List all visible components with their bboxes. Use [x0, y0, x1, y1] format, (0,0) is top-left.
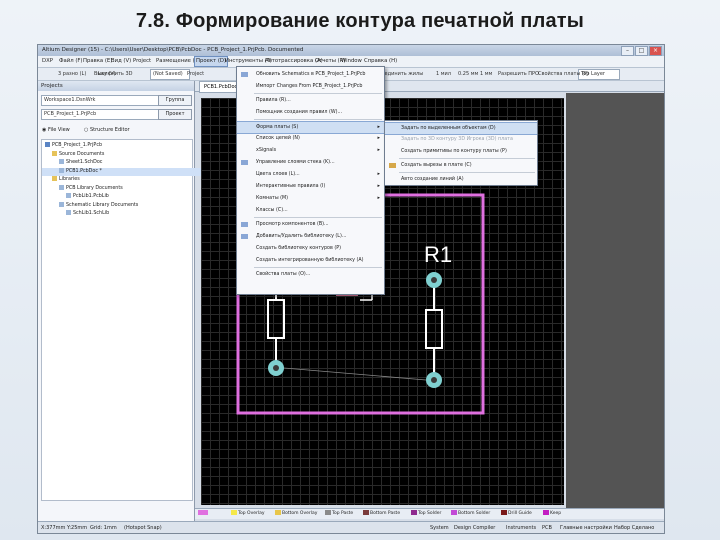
menu-item[interactable]: Интерактивные правила (I) ▸	[237, 181, 384, 192]
submenu-arrow-icon: ▸	[377, 183, 380, 189]
submenu-arrow-icon: ▸	[377, 135, 380, 141]
menu-item[interactable]: Цвета слоев (L)... ▸	[237, 169, 384, 180]
menu-item-icon	[241, 72, 248, 77]
menu-item-label: xSignals	[256, 148, 277, 153]
submenu-item-label: Авто создание линий (A)	[401, 177, 464, 182]
menu-item-label: Помощник создания правил (W)...	[256, 110, 343, 115]
left-body	[267, 299, 285, 339]
menu-item[interactable]: Просмотр компонентов (B)...	[237, 219, 384, 230]
resistor-left-footprint	[267, 290, 285, 376]
r1-pad-1-hole	[431, 277, 437, 283]
submenu-arrow-icon: ▸	[377, 195, 380, 201]
menu-separator	[254, 267, 382, 268]
menu-item-label: Импорт Changes From PCB_Project_1.PrjPcb	[256, 84, 363, 89]
resistor-r1-footprint: R1	[424, 242, 452, 388]
menu-item[interactable]: Добавить/Удалить библиотеку (L)...	[237, 231, 384, 242]
submenu-item-label: Создать вырезы в плате (C)	[401, 163, 472, 168]
menu-item-label: Цвета слоев (L)...	[256, 172, 300, 177]
submenu-arrow-icon: ▸	[377, 147, 380, 153]
board-shape-submenu: Задать по выделенным объектам (D) Задать …	[384, 120, 538, 186]
menu-item-label: Управление слоями стека (K)...	[256, 160, 335, 165]
submenu-item[interactable]: Создать примитивы по контуру платы (P)	[385, 146, 537, 157]
menu-item[interactable]: Импорт Changes From PCB_Project_1.PrjPcb	[237, 81, 384, 92]
submenu-arrow-icon: ▸	[377, 171, 380, 177]
menu-item-label: Добавить/Удалить библиотеку (L)...	[256, 234, 347, 239]
submenu-arrow-icon: ▸	[377, 124, 380, 130]
menu-separator	[254, 217, 382, 218]
submenu-separator	[399, 172, 535, 173]
menu-item-label: Классы (C)...	[256, 208, 288, 213]
submenu-item-label: Задать по 3D контуру 3D Игрока (3D) плат…	[401, 137, 513, 142]
menu-item[interactable]: Список цепей (N) ▸	[237, 133, 384, 144]
menu-item[interactable]: Создать библиотеку контуров (P)	[237, 243, 384, 254]
design-menu-dropdown: Обновить Schematics в PCB_Project_1.PrjP…	[236, 66, 385, 295]
menu-separator	[254, 93, 382, 94]
menu-item-label: Свойства платы (O)...	[256, 272, 311, 277]
menu-item[interactable]: Свойства платы (O)...	[237, 269, 384, 280]
submenu-item[interactable]: Создать вырезы в плате (C)	[385, 160, 537, 171]
menu-item[interactable]: xSignals ▸	[237, 145, 384, 156]
menu-item-label: Правила (R)...	[256, 98, 291, 103]
menu-item-icon	[241, 160, 248, 165]
menu-item[interactable]: Классы (C)...	[237, 205, 384, 216]
menu-item[interactable]: Управление слоями стека (K)...	[237, 157, 384, 168]
submenu-item[interactable]: Авто создание линий (A)	[385, 174, 537, 185]
submenu-separator	[399, 158, 535, 159]
menu-item-label: Обновить Schematics в PCB_Project_1.PrjP…	[256, 72, 366, 77]
menu-item-label: Интерактивные правила (I)	[256, 184, 326, 189]
r1-designator: R1	[424, 242, 452, 267]
menu-item[interactable]: Помощник создания правил (W)...	[237, 107, 384, 118]
left-pad-2-hole	[273, 365, 279, 371]
menu-item-label: Создать интегрированную библиотеку (A)	[256, 258, 364, 263]
r1-pad-2-hole	[431, 377, 437, 383]
menu-item[interactable]: Обновить Schematics в PCB_Project_1.PrjP…	[237, 69, 384, 80]
r1-body	[425, 309, 443, 349]
menu-item-label: Комнаты (M)	[256, 196, 289, 201]
menu-item-label: Список цепей (N)	[256, 136, 300, 141]
submenu-item-label: Создать примитивы по контуру платы (P)	[401, 149, 507, 154]
submenu-item-icon	[389, 163, 396, 168]
menu-item-icon	[241, 234, 248, 239]
submenu-item: Задать по 3D контуру 3D Игрока (3D) плат…	[385, 134, 537, 145]
ratsnest-line	[283, 367, 427, 381]
menu-item[interactable]: Правила (R)...	[237, 95, 384, 106]
menu-item-label: Форма платы (S)	[256, 125, 299, 130]
menu-item-label: Создать библиотеку контуров (P)	[256, 246, 341, 251]
submenu-item-label: Задать по выделенным объектам (D)	[401, 126, 496, 131]
menu-separator	[254, 119, 382, 120]
menu-item-label: Просмотр компонентов (B)...	[256, 222, 329, 227]
menu-item[interactable]: Создать интегрированную библиотеку (A)	[237, 255, 384, 266]
menu-item-icon	[241, 222, 248, 227]
menu-item[interactable]: Комнаты (M) ▸	[237, 193, 384, 204]
